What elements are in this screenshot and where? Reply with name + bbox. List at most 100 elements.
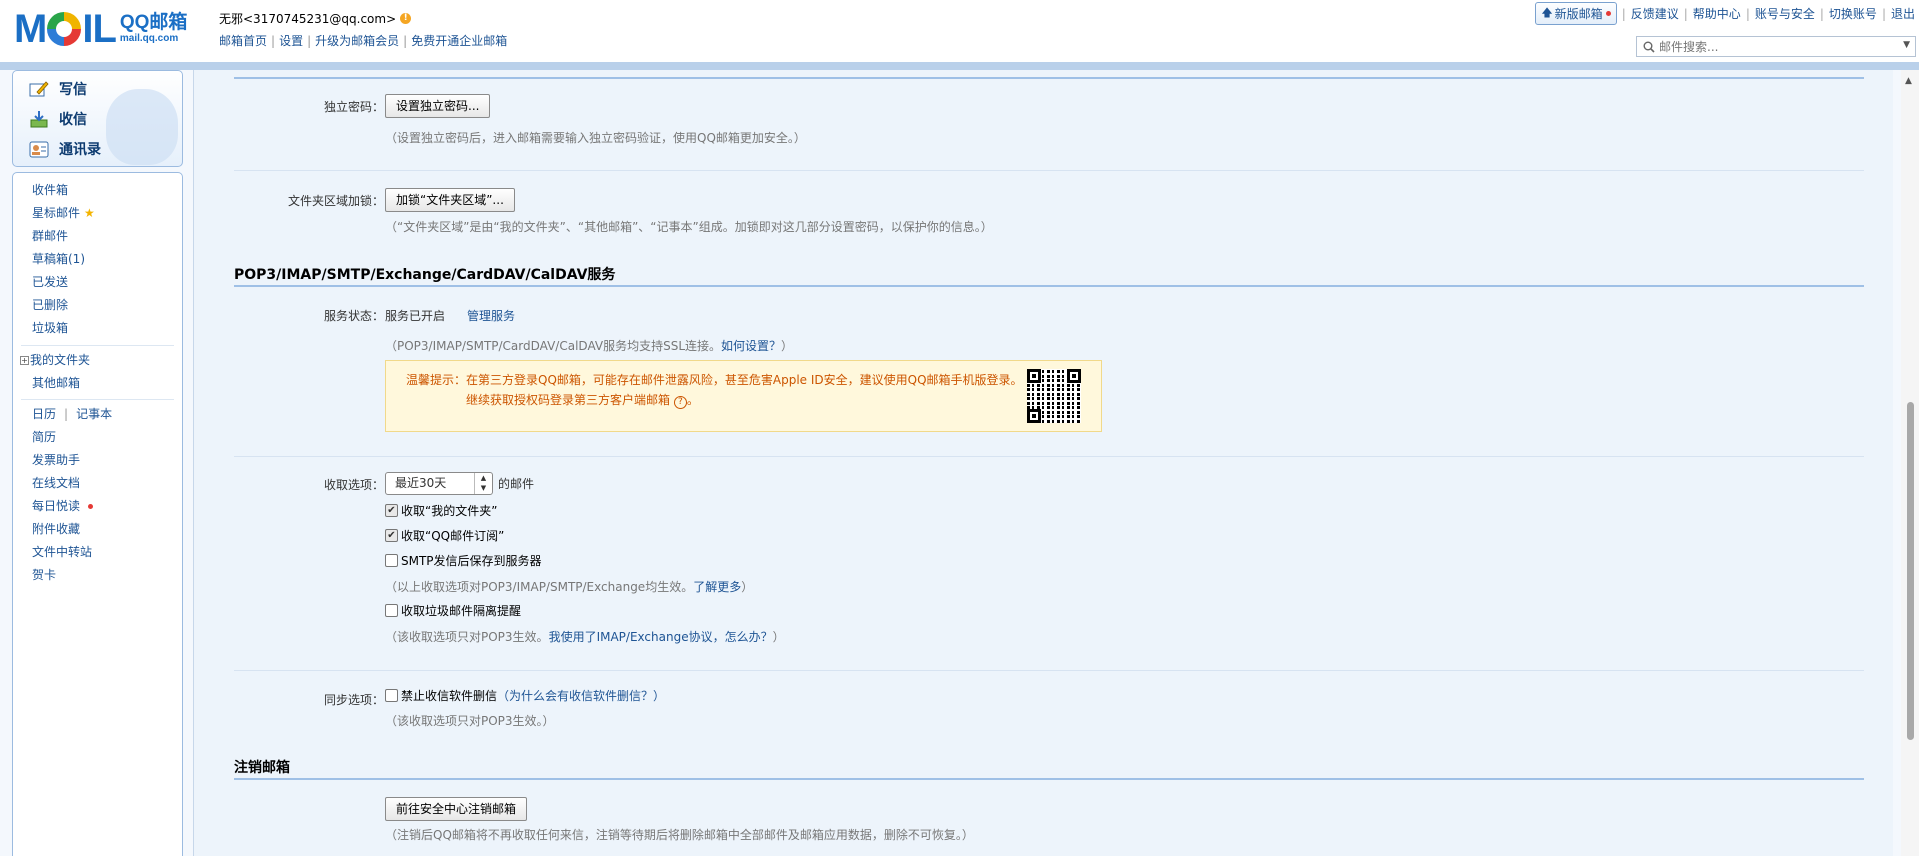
cancel-account-hint: （注销后QQ邮箱将不再收取任何来信，注销等待期后将删除邮箱中全部邮件及邮箱应用数… (385, 828, 974, 842)
checkbox-empty-icon[interactable] (385, 554, 398, 567)
account-security-link[interactable]: 账号与安全 (1755, 5, 1815, 22)
receive-button[interactable]: 收信 (29, 109, 87, 129)
notepad-link[interactable]: 记事本 (76, 405, 112, 423)
select-arrows-icon: ▲ ▼ (474, 473, 492, 494)
receive-hint-2-text: （该收取选项只对POP3生效。 (385, 630, 549, 644)
checkbox-empty-icon[interactable] (385, 689, 398, 702)
other-mail[interactable]: 其他邮箱 (32, 374, 80, 392)
receive-qq-subscription-checkbox[interactable]: ✔ 收取“QQ邮件订阅” (385, 527, 504, 544)
help-question-icon[interactable]: ? (673, 396, 687, 409)
scrollbar-thumb[interactable] (1907, 402, 1914, 740)
qr-code-icon (1027, 369, 1081, 423)
calendar-link[interactable]: 日历 (32, 405, 56, 423)
warning-prefix: 温馨提示： (406, 373, 467, 387)
app-attachments[interactable]: 附件收藏 (32, 520, 80, 538)
receive-my-folders-checkbox[interactable]: ✔ 收取“我的文件夹” (385, 502, 497, 519)
service-status-label: 服务状态： (323, 309, 384, 323)
receive-hint-1: （以上收取选项对POP3/IMAP/SMTP/Exchange均生效。了解更多） (385, 578, 753, 595)
scroll-up-icon[interactable]: ▲ (1905, 76, 1912, 86)
warning-icon[interactable]: ! (400, 13, 412, 24)
search-dropdown-icon[interactable]: ▼ (1903, 40, 1910, 50)
calendar-notepad-row: 日历 | 记事本 (32, 405, 113, 423)
app-online-docs[interactable]: 在线文档 (32, 474, 80, 492)
mail-search[interactable]: ▼ (1636, 36, 1916, 57)
sidebar-divider (21, 399, 174, 400)
feedback-link[interactable]: 反馈建议 (1631, 5, 1679, 22)
receive-options-label: 收取选项： (323, 478, 384, 492)
imap-exchange-help-link[interactable]: 我使用了IMAP/Exchange协议，怎么办？ (549, 630, 773, 644)
set-independent-password-button[interactable]: 设置独立密码... (385, 94, 491, 118)
warning-line-2: 继续获取授权码登录第三方客户端邮箱 ?。 (466, 393, 699, 409)
link-enterprise-mail[interactable]: 免费开通企业邮箱 (411, 34, 507, 48)
independent-password-label: 独立密码： (323, 100, 384, 114)
receive-range-suffix: 的邮件 (498, 477, 535, 491)
switch-account-link[interactable]: 切换账号 (1829, 5, 1877, 22)
app-resume[interactable]: 简历 (32, 428, 56, 446)
row-divider (234, 670, 1864, 671)
get-auth-code-link[interactable]: 继续获取授权码登录第三方客户端邮箱 (466, 393, 670, 407)
learn-more-link[interactable]: 了解更多 (693, 580, 741, 594)
compose-icon (29, 81, 49, 97)
search-input[interactable] (1659, 39, 1899, 54)
help-link[interactable]: 帮助中心 (1693, 5, 1741, 22)
logout-link[interactable]: 退出 (1891, 5, 1915, 22)
expand-icon[interactable]: + (20, 355, 29, 365)
how-to-setup-link[interactable]: 如何设置？ (721, 339, 781, 353)
ssl-hint-text: （POP3/IMAP/SMTP/CardDAV/CalDAV服务均支持SSL连接… (385, 339, 722, 353)
folder-starred[interactable]: 星标邮件 ★ (32, 204, 95, 222)
logo-circle-icon (47, 12, 82, 46)
protocol-section-title: POP3/IMAP/SMTP/Exchange/CardDAV/CalDAV服务 (234, 267, 616, 283)
cancel-account-button[interactable]: 前往安全中心注销邮箱 (385, 797, 528, 821)
qq-mail-logo[interactable]: M IL QQ邮箱 mail.qq.com (14, 8, 187, 50)
sidebar-actions: 写信 收信 通讯录 (12, 70, 183, 167)
daily-reading-label: 每日悦读 (32, 499, 81, 513)
folder-deleted[interactable]: 已删除 (32, 296, 68, 314)
folder-inbox[interactable]: 收件箱 (32, 181, 68, 199)
star-icon: ★ (84, 206, 95, 220)
contacts-button[interactable]: 通讯录 (29, 139, 101, 159)
receive-range-select[interactable]: 最近30天 ▲ ▼ (385, 472, 493, 495)
manage-service-link[interactable]: 管理服务 (467, 307, 515, 324)
spam-quarantine-checkbox[interactable]: 收取垃圾邮件隔离提醒 (385, 602, 521, 619)
folder-sent[interactable]: 已发送 (32, 273, 68, 291)
folder-spam[interactable]: 垃圾箱 (32, 319, 68, 337)
cancel-account-title: 注销邮箱 (234, 760, 290, 776)
link-upgrade-member[interactable]: 升级为邮箱会员 (315, 34, 399, 48)
sync-options-label: 同步选项： (323, 693, 384, 707)
logo-text: QQ邮箱 mail.qq.com (120, 13, 188, 45)
receive-range-value: 最近30天 (395, 476, 447, 490)
app-greeting-card[interactable]: 贺卡 (32, 566, 56, 584)
contacts-icon (29, 141, 49, 158)
main-scrollbar[interactable]: ▲ (1901, 70, 1919, 856)
folder-starred-label: 星标邮件 (32, 206, 81, 220)
my-folders[interactable]: + 我的文件夹 (20, 351, 90, 369)
checkbox-empty-icon[interactable] (385, 604, 398, 617)
why-client-delete-link[interactable]: （为什么会有收信软件删信？） (497, 687, 665, 704)
app-file-transfer[interactable]: 文件中转站 (32, 543, 92, 561)
folder-drafts[interactable]: 草稿箱(1) (32, 250, 85, 268)
receive-my-folders-label: 收取“我的文件夹” (401, 504, 498, 518)
prevent-client-delete-checkbox[interactable]: 禁止收信软件删信 （为什么会有收信软件删信？） (385, 687, 665, 704)
lock-folder-area-button[interactable]: 加锁“文件夹区域”... (385, 188, 515, 212)
checkbox-checked-icon[interactable]: ✔ (385, 504, 398, 517)
app-daily-reading[interactable]: 每日悦读 (32, 497, 94, 515)
folder-lock-hint: （“文件夹区域”是由“我的文件夹”、“其他邮箱”、“记事本”组成。加锁即对这几部… (385, 220, 993, 234)
link-mail-home[interactable]: 邮箱首页 (219, 34, 267, 48)
new-dot-icon (88, 503, 94, 509)
contacts-label: 通讯录 (59, 142, 101, 158)
warning-line-1: 温馨提示：在第三方登录QQ邮箱，可能存在邮件泄露风险，甚至危害Apple ID安… (406, 371, 1023, 388)
ssl-hint: （POP3/IMAP/SMTP/CardDAV/CalDAV服务均支持SSL连接… (385, 337, 793, 354)
folder-group[interactable]: 群邮件 (32, 227, 68, 245)
arrow-up-icon: 🡅 (1541, 6, 1553, 19)
settings-panel: 独立密码： 设置独立密码... （设置独立密码后，进入邮箱需要输入独立密码验证，… (193, 70, 1893, 856)
checkbox-checked-icon[interactable]: ✔ (385, 529, 398, 542)
sync-hint: （该收取选项只对POP3生效。） (385, 714, 555, 728)
compose-button[interactable]: 写信 (29, 79, 87, 99)
receive-hint-1-end: ） (741, 580, 754, 594)
app-invoice[interactable]: 发票助手 (32, 451, 80, 469)
logo-moil: M IL (14, 7, 117, 51)
link-settings[interactable]: 设置 (279, 34, 303, 48)
folder-lock-label: 文件夹区域加锁： (287, 194, 384, 208)
new-version-button[interactable]: 🡅 新版邮箱 (1535, 2, 1617, 25)
save-smtp-sent-checkbox[interactable]: SMTP发信后保存到服务器 (385, 552, 542, 569)
